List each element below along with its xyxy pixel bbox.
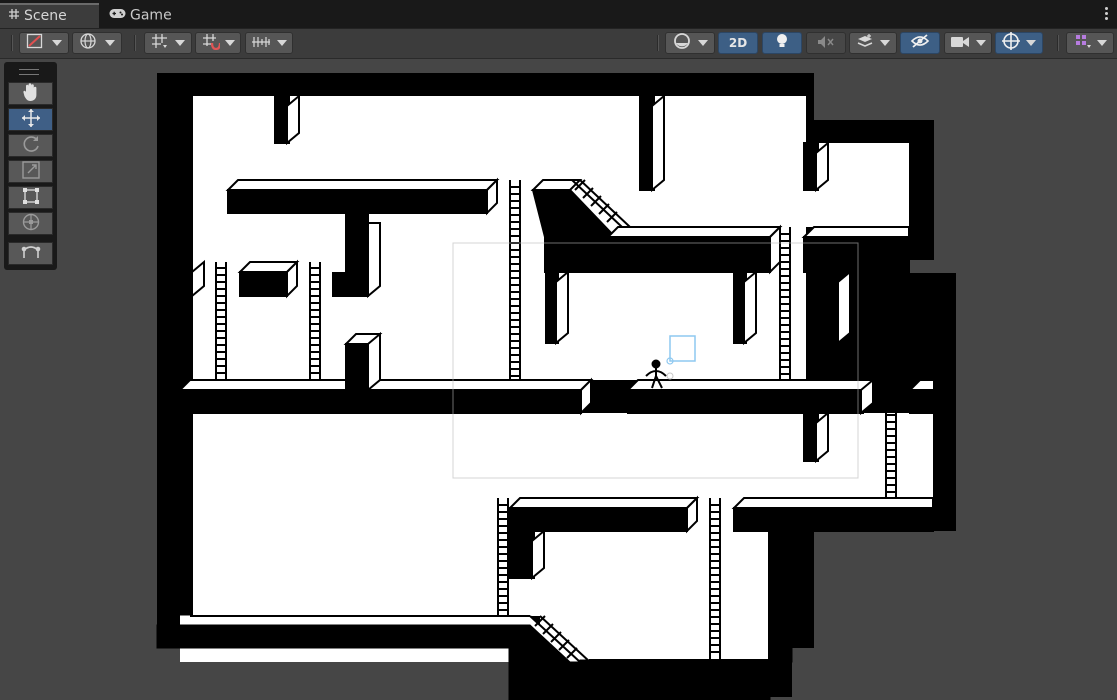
tools-overlay [4, 62, 57, 270]
move-arrows-icon [21, 108, 41, 132]
drag-handle[interactable] [19, 69, 39, 75]
rotate-tool[interactable] [8, 134, 53, 157]
scene-viewport[interactable] [0, 0, 1117, 700]
hand-tool[interactable] [8, 82, 53, 105]
scale-tool[interactable] [8, 160, 53, 183]
transform-tool[interactable] [8, 212, 53, 235]
custom-editor-tool-icon [21, 243, 41, 265]
scale-icon [21, 160, 40, 183]
move-tool[interactable] [8, 108, 53, 131]
hand-icon [22, 82, 40, 106]
custom-tool[interactable] [8, 242, 53, 265]
transform-icon [21, 212, 41, 236]
rotate-icon [21, 134, 41, 158]
rect-tool[interactable] [8, 186, 53, 209]
rect-transform-icon [22, 187, 40, 209]
